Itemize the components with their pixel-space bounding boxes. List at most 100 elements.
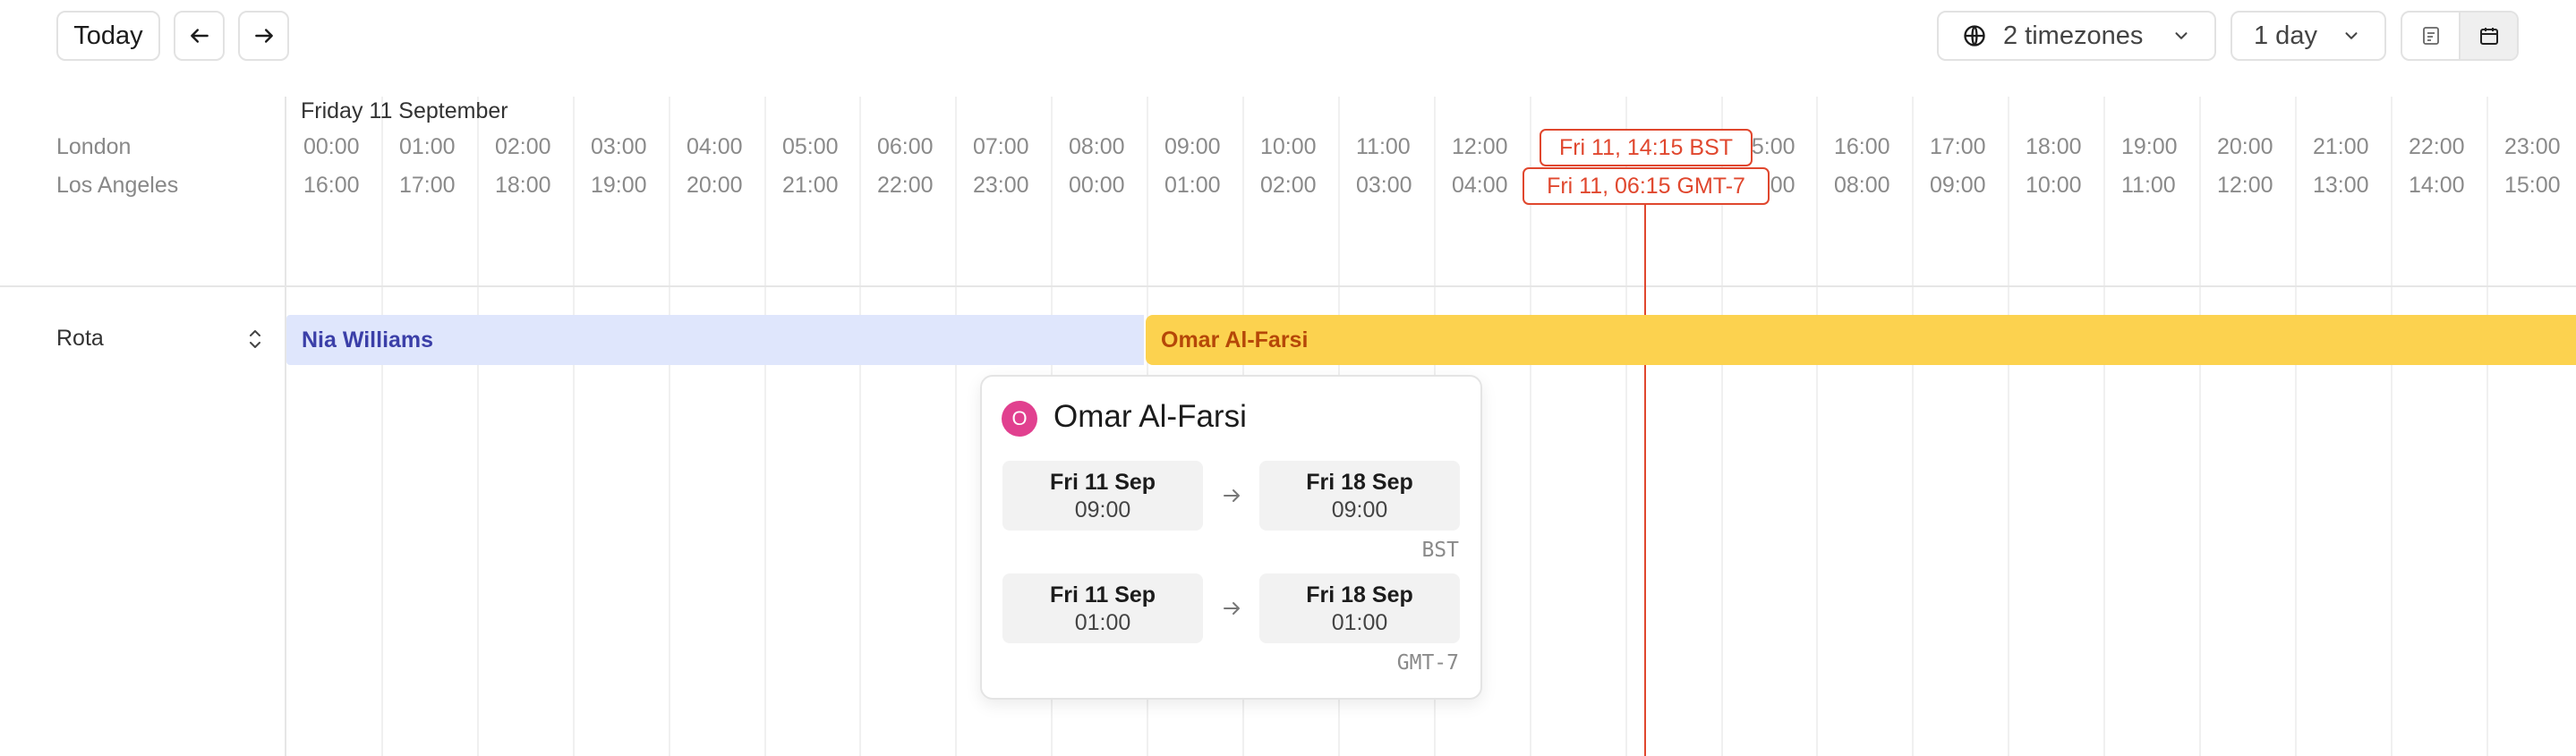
today-button[interactable]: Today: [56, 11, 160, 61]
hour-label: 05:00: [782, 134, 839, 159]
hour-label: 11:00: [2121, 173, 2176, 198]
end-time: 01:00: [1331, 610, 1388, 635]
popover-title: Omar Al-Farsi: [1053, 399, 1247, 434]
hour-label: 20:00: [2217, 134, 2273, 159]
previous-button[interactable]: [174, 11, 225, 61]
hour-label: 23:00: [973, 173, 1029, 198]
grid-column-line: [2199, 97, 2201, 756]
hour-label: 12:00: [2217, 173, 2273, 198]
start-date: Fri 11 Sep: [1049, 582, 1156, 607]
rota-sort-button[interactable]: [245, 327, 265, 355]
hour-label: 08:00: [1069, 134, 1125, 159]
timezone-code: BST: [1421, 539, 1459, 562]
hour-label: 04:00: [687, 134, 743, 159]
hour-label: 01:00: [399, 134, 456, 159]
arrow-right-icon: [1218, 595, 1245, 622]
start-time: 09:00: [1074, 497, 1131, 522]
list-view-icon: [2422, 27, 2439, 45]
hour-label: 09:00: [1930, 173, 1986, 198]
hour-label: 21:00: [2313, 134, 2369, 159]
hour-label: 10:00: [1260, 134, 1317, 159]
hour-label: 16:00: [303, 173, 360, 198]
shift-popover: O Omar Al-Farsi Fri 11 Sep 09:00 Fri 18 …: [980, 375, 1482, 700]
range-dropdown[interactable]: 1 day: [2231, 11, 2386, 61]
sort-icon: [250, 330, 260, 348]
list-view-button[interactable]: [2402, 13, 2461, 59]
hour-label: 22:00: [877, 173, 934, 198]
timezones-dropdown[interactable]: 2 timezones: [1937, 11, 2216, 61]
hour-label: 18:00: [495, 173, 551, 198]
next-button[interactable]: [238, 11, 289, 61]
grid-column-line: [477, 97, 479, 756]
calendar-icon: [2479, 28, 2498, 45]
grid-column-line: [2391, 97, 2393, 756]
header-separator: [0, 285, 2576, 287]
grid-column-line: [669, 97, 670, 756]
start-date: Fri 11 Sep: [1049, 470, 1156, 495]
hour-label: 22:00: [2409, 134, 2465, 159]
grid-column-line: [381, 97, 383, 756]
shift-bar-nia-williams[interactable]: Nia Williams: [286, 315, 1144, 365]
calendar-view-button[interactable]: [2461, 13, 2517, 59]
hour-label: 06:00: [877, 134, 934, 159]
chevron-down-icon: [2175, 32, 2188, 39]
end-date: Fri 18 Sep: [1306, 582, 1413, 607]
grid-column-line: [2486, 97, 2488, 756]
hour-label: 18:00: [2026, 134, 2082, 159]
hour-label: 17:00: [399, 173, 456, 198]
hour-label: 00:00: [303, 134, 360, 159]
rota-label: Rota: [56, 326, 104, 351]
start-datetime-bst: Fri 11 Sep 09:00: [1002, 461, 1203, 531]
hour-label: 07:00: [973, 134, 1029, 159]
hour-label: 21:00: [782, 173, 839, 198]
hour-label: 16:00: [1834, 134, 1890, 159]
end-datetime-bst: Fri 18 Sep 09:00: [1259, 461, 1460, 531]
hour-label: 02:00: [1260, 173, 1317, 198]
hour-label: 20:00: [687, 173, 743, 198]
chevron-down-icon: [2345, 32, 2358, 39]
shift-name: Nia Williams: [302, 327, 434, 353]
hour-label: 03:00: [1356, 173, 1412, 198]
globe-icon: [1964, 25, 1985, 47]
shift-bar-omar-al-farsi[interactable]: Omar Al-Farsi: [1146, 315, 2576, 365]
grid-column-line: [1912, 97, 1914, 756]
arrow-right-icon: [1218, 482, 1245, 509]
hour-label: 12:00: [1452, 134, 1508, 159]
range-label: 1 day: [2254, 21, 2317, 50]
timezone-name-los-angeles: Los Angeles: [56, 173, 179, 198]
hour-label: 10:00: [2026, 173, 2082, 198]
timezone-code: GMT-7: [1396, 651, 1459, 675]
current-time-london-tag: Fri 11, 14:15 BST: [1540, 129, 1753, 166]
grid-column-line: [859, 97, 861, 756]
grid-column-line: [2103, 97, 2105, 756]
start-datetime-gmt-7: Fri 11 Sep 01:00: [1002, 573, 1203, 643]
timezones-label: 2 timezones: [2003, 21, 2144, 50]
date-label: Friday 11 September: [301, 98, 508, 123]
avatar: O: [1002, 401, 1037, 437]
hour-label: 08:00: [1834, 173, 1890, 198]
grid-column-line: [1816, 97, 1818, 756]
hour-label: 02:00: [495, 134, 551, 159]
hour-label: 04:00: [1452, 173, 1508, 198]
grid-column-line: [764, 97, 766, 756]
shift-name: Omar Al-Farsi: [1161, 327, 1309, 353]
arrow-left-icon: [190, 29, 209, 43]
hour-label: 03:00: [591, 134, 647, 159]
hour-label: 23:00: [2504, 134, 2561, 159]
hour-label: 11:00: [1356, 134, 1411, 159]
view-toggle: [2401, 11, 2519, 61]
hour-label: 19:00: [2121, 134, 2178, 159]
hour-label: 14:00: [2409, 173, 2465, 198]
arrow-right-icon: [254, 29, 273, 43]
grid-column-line: [955, 97, 957, 756]
hour-label: 17:00: [1930, 134, 1986, 159]
hour-label: 00:00: [1069, 173, 1125, 198]
hour-label: 09:00: [1164, 134, 1221, 159]
hour-label: 15:00: [2504, 173, 2561, 198]
hour-label: 19:00: [591, 173, 647, 198]
end-time: 09:00: [1331, 497, 1388, 522]
timezone-name-london: London: [56, 134, 132, 159]
grid-column-line: [573, 97, 575, 756]
current-time-los-angeles-tag: Fri 11, 06:15 GMT-7: [1523, 167, 1770, 205]
current-time-line: [1644, 205, 1646, 756]
